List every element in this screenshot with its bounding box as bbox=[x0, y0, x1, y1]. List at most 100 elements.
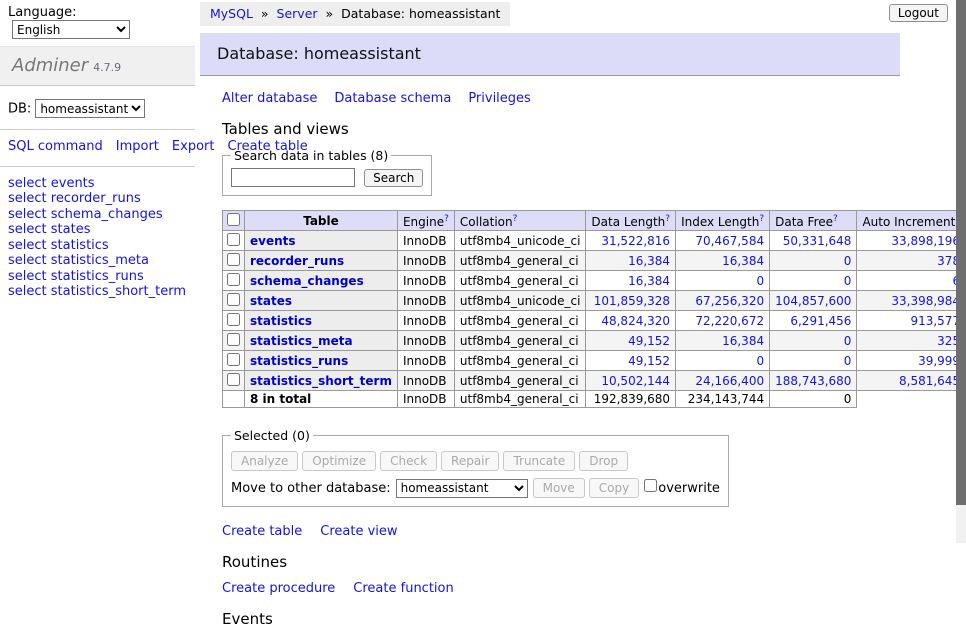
table-link-statistics[interactable]: statistics bbox=[250, 314, 312, 328]
data-length-link[interactable]: 16,384 bbox=[628, 274, 670, 288]
truncate-button[interactable]: Truncate bbox=[503, 451, 575, 471]
total-label-cell: 8 in total bbox=[245, 391, 398, 408]
app-logo[interactable]: Adminer bbox=[12, 55, 88, 76]
index-length-cell: 16,384 bbox=[676, 331, 770, 351]
table-link-statistics_runs[interactable]: statistics_runs bbox=[250, 354, 348, 368]
alter-database-link[interactable]: Alter database bbox=[222, 91, 317, 106]
sidebar-select-schema_changes[interactable]: select schema_changes bbox=[8, 207, 187, 223]
data-free-link[interactable]: 6,291,456 bbox=[790, 314, 851, 328]
table-link-states[interactable]: states bbox=[250, 294, 292, 308]
create-table-link[interactable]: Create table bbox=[222, 524, 302, 539]
table-link-events[interactable]: events bbox=[250, 234, 296, 248]
table-name-cell: statistics_short_term bbox=[245, 371, 398, 391]
data-free-cell: 0 bbox=[770, 251, 857, 271]
select-all-checkbox[interactable] bbox=[227, 213, 240, 226]
sidebar-select-statistics[interactable]: select statistics bbox=[8, 238, 187, 254]
database-schema-link[interactable]: Database schema bbox=[334, 91, 451, 106]
engine-cell: InnoDB bbox=[397, 231, 454, 251]
row-checkbox[interactable] bbox=[227, 273, 240, 286]
row-checkbox[interactable] bbox=[227, 353, 240, 366]
sidebar-action-sql-command[interactable]: SQL command bbox=[8, 139, 103, 154]
data-length-link[interactable]: 101,859,328 bbox=[594, 294, 670, 308]
create-function-link[interactable]: Create function bbox=[353, 581, 453, 596]
row-checkbox[interactable] bbox=[227, 233, 240, 246]
breadcrumb-item-0[interactable]: MySQL bbox=[210, 6, 253, 21]
table-link-statistics_short_term[interactable]: statistics_short_term bbox=[250, 374, 392, 388]
data-free-link[interactable]: 0 bbox=[844, 334, 852, 348]
row-checkbox[interactable] bbox=[227, 313, 240, 326]
auto-increment-link[interactable]: 33,898,196 bbox=[891, 234, 960, 248]
index-length-link[interactable]: 0 bbox=[756, 354, 764, 368]
data-length-link[interactable]: 48,824,320 bbox=[601, 314, 670, 328]
search-button[interactable]: Search bbox=[364, 169, 423, 187]
table-link-recorder_runs[interactable]: recorder_runs bbox=[250, 254, 344, 268]
create-view-link[interactable]: Create view bbox=[320, 524, 397, 539]
sidebar-select-events[interactable]: select events bbox=[8, 176, 187, 192]
sidebar-select-statistics_meta[interactable]: select statistics_meta bbox=[8, 253, 187, 269]
data-free-link[interactable]: 0 bbox=[844, 274, 852, 288]
index-length-link[interactable]: 0 bbox=[756, 274, 764, 288]
table-link-statistics_meta[interactable]: statistics_meta bbox=[250, 334, 353, 348]
auto-increment-cell: 33,398,984 bbox=[857, 291, 966, 311]
sidebar-select-recorder_runs[interactable]: select recorder_runs bbox=[8, 191, 187, 207]
page-scrollbar[interactable] bbox=[956, 0, 966, 543]
help-link[interactable]: ? bbox=[444, 214, 449, 224]
index-length-link[interactable]: 16,384 bbox=[722, 254, 764, 268]
help-link[interactable]: ? bbox=[759, 214, 764, 224]
data-free-cell: 50,331,648 bbox=[770, 231, 857, 251]
data-length-cell: 16,384 bbox=[586, 251, 676, 271]
row-checkbox[interactable] bbox=[227, 293, 240, 306]
tables-overview-table: TableEngine?Collation?Data Length?Index … bbox=[222, 210, 966, 408]
drop-button[interactable]: Drop bbox=[579, 451, 628, 471]
scrollbar-thumb[interactable] bbox=[956, 0, 966, 505]
breadcrumb-item-1[interactable]: Server bbox=[277, 6, 318, 21]
data-length-link[interactable]: 31,522,816 bbox=[601, 234, 670, 248]
help-link[interactable]: ? bbox=[833, 214, 838, 224]
auto-increment-link[interactable]: 39,999 bbox=[918, 354, 960, 368]
analyze-button[interactable]: Analyze bbox=[231, 451, 298, 471]
table-link-schema_changes[interactable]: schema_changes bbox=[250, 274, 364, 288]
data-length-link[interactable]: 10,502,144 bbox=[601, 374, 670, 388]
help-link[interactable]: ? bbox=[513, 214, 518, 224]
auto-increment-link[interactable]: 33,398,984 bbox=[891, 294, 960, 308]
data-free-link[interactable]: 188,743,680 bbox=[775, 374, 851, 388]
check-button[interactable]: Check bbox=[380, 451, 437, 471]
auto-increment-link[interactable]: 8,581,645 bbox=[899, 374, 960, 388]
index-length-link[interactable]: 72,220,672 bbox=[695, 314, 764, 328]
engine-cell: InnoDB bbox=[397, 251, 454, 271]
help-superscript: ? bbox=[444, 213, 449, 224]
index-length-link[interactable]: 16,384 bbox=[722, 334, 764, 348]
data-length-link[interactable]: 49,152 bbox=[628, 354, 670, 368]
auto-increment-cell: 325 bbox=[857, 331, 966, 351]
index-length-link[interactable]: 70,467,584 bbox=[695, 234, 764, 248]
data-free-link[interactable]: 0 bbox=[844, 254, 852, 268]
create-procedure-link[interactable]: Create procedure bbox=[222, 581, 335, 596]
index-length-link[interactable]: 24,166,400 bbox=[695, 374, 764, 388]
overwrite-checkbox[interactable] bbox=[644, 479, 657, 492]
move-button[interactable]: Move bbox=[533, 478, 585, 498]
row-checkbox[interactable] bbox=[227, 333, 240, 346]
sidebar-action-import[interactable]: Import bbox=[116, 139, 159, 154]
sidebar-select-statistics_runs[interactable]: select statistics_runs bbox=[8, 269, 187, 285]
row-checkbox[interactable] bbox=[227, 253, 240, 266]
sidebar-select-states[interactable]: select states bbox=[8, 222, 187, 238]
data-length-link[interactable]: 49,152 bbox=[628, 334, 670, 348]
db-select[interactable]: homeassistant bbox=[35, 99, 145, 118]
row-checkbox-cell bbox=[223, 331, 245, 351]
data-length-link[interactable]: 16,384 bbox=[628, 254, 670, 268]
data-free-link[interactable]: 0 bbox=[844, 354, 852, 368]
sidebar-select-statistics_short_term[interactable]: select statistics_short_term bbox=[8, 284, 187, 300]
data-free-link[interactable]: 50,331,648 bbox=[783, 234, 852, 248]
row-checkbox[interactable] bbox=[227, 373, 240, 386]
optimize-button[interactable]: Optimize bbox=[302, 451, 376, 471]
data-free-link[interactable]: 104,857,600 bbox=[775, 294, 851, 308]
repair-button[interactable]: Repair bbox=[441, 451, 499, 471]
index-length-link[interactable]: 67,256,320 bbox=[695, 294, 764, 308]
language-select[interactable]: English bbox=[12, 20, 130, 39]
privileges-link[interactable]: Privileges bbox=[468, 91, 531, 106]
search-input[interactable] bbox=[231, 168, 355, 187]
auto-increment-link[interactable]: 913,577 bbox=[910, 314, 960, 328]
copy-button[interactable]: Copy bbox=[589, 478, 639, 498]
move-db-select[interactable]: homeassistant bbox=[396, 479, 528, 498]
help-link[interactable]: ? bbox=[665, 214, 670, 224]
